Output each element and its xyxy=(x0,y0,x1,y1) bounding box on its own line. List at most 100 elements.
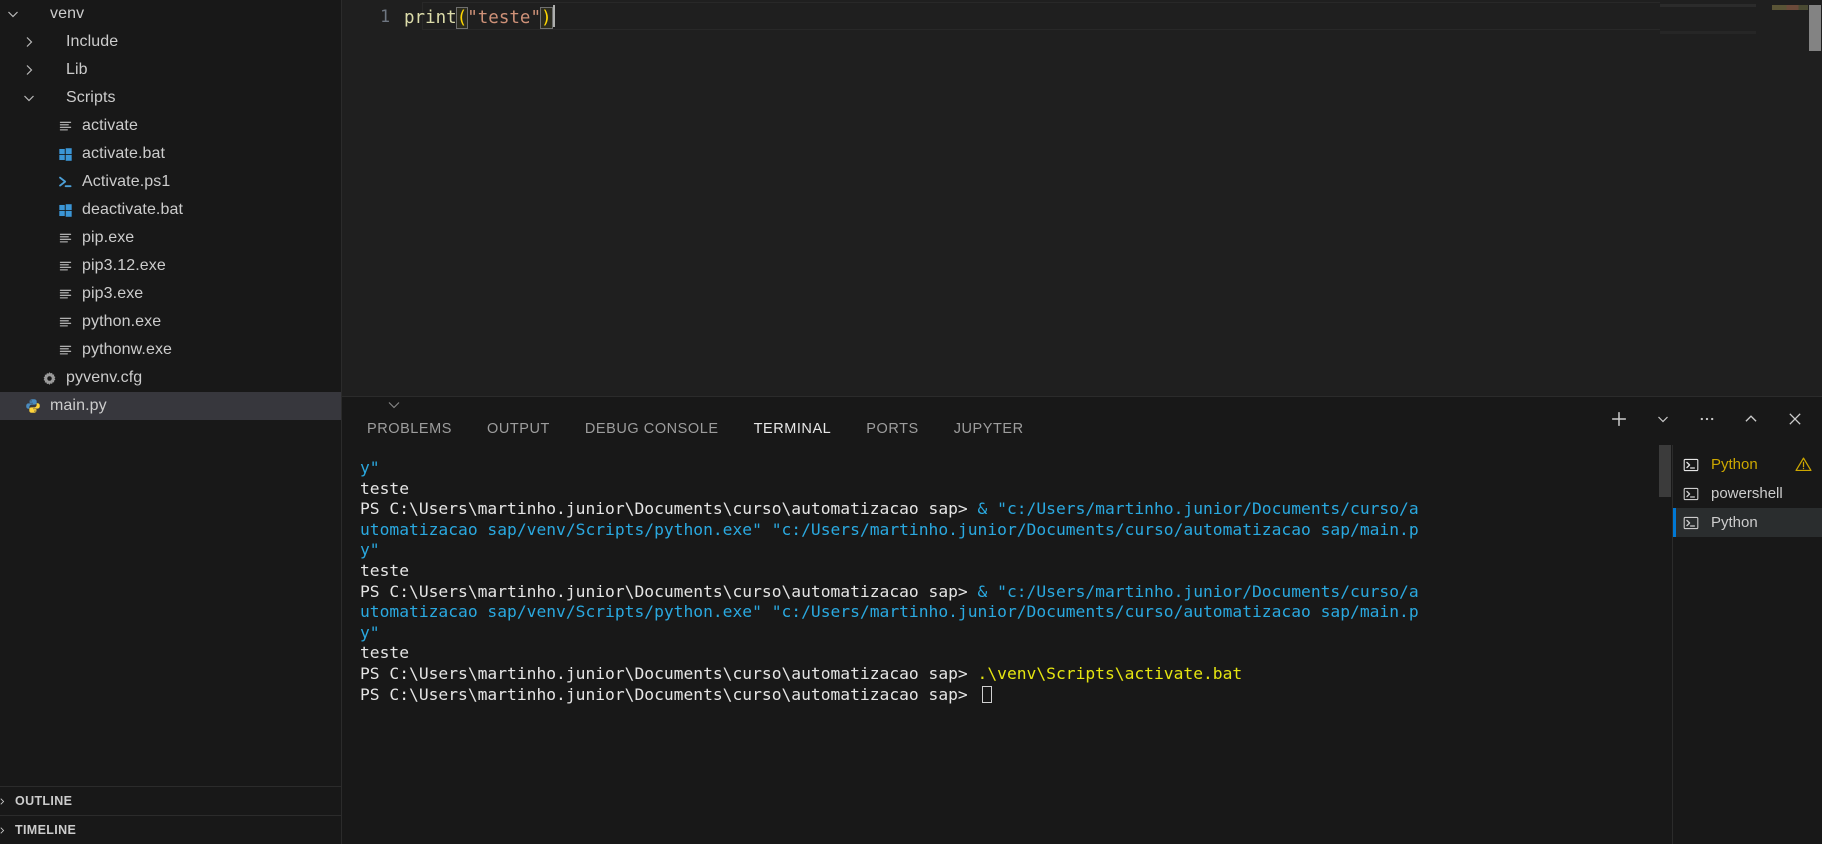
terminal-profile-button[interactable] xyxy=(1652,411,1674,433)
terminal-line: teste xyxy=(360,643,1672,664)
chevron-up-icon xyxy=(1742,410,1760,433)
file-tree-item-label: activate xyxy=(82,117,138,134)
terminal-line: y" xyxy=(360,540,1672,561)
warning-icon[interactable] xyxy=(1795,456,1812,473)
panel-tab-ports[interactable]: PORTS xyxy=(866,412,918,446)
chevron-right-icon[interactable] xyxy=(20,34,38,50)
windows-icon xyxy=(54,203,76,218)
terminal-line: y" xyxy=(360,623,1672,644)
terminal-tab-label: Python xyxy=(1711,456,1758,473)
file-tree-item-label: Activate.ps1 xyxy=(82,173,171,190)
file-tree-item-main-py[interactable]: main.py xyxy=(0,392,341,420)
file-tree-item-venv[interactable]: venv xyxy=(0,0,341,28)
file-tree-item-deactivate-bat[interactable]: deactivate.bat xyxy=(0,196,341,224)
editor-minimap[interactable] xyxy=(1660,0,1810,396)
file-tree-item-label: pip.exe xyxy=(82,229,135,246)
file-tree-item-lib[interactable]: Lib xyxy=(0,56,341,84)
file-tree-item-label: pyvenv.cfg xyxy=(66,369,143,386)
terminal-scrollbar[interactable] xyxy=(1658,445,1672,844)
chevron-right-icon[interactable] xyxy=(0,795,7,808)
terminal-output-area[interactable]: y" teste PS C:\Users\martinho.junior\Docum… xyxy=(342,445,1672,844)
maximize-panel-button[interactable] xyxy=(1740,411,1762,433)
terminal-line: PS C:\Users\martinho.junior\Documents\cu… xyxy=(360,664,1672,685)
file-explorer-tree[interactable]: venv Include Lib Scripts activate activate.ba… xyxy=(0,0,341,786)
terminal-segment: PS C:\Users\martinho.junior\Documents\cu… xyxy=(360,663,978,683)
file-tree-item-label: Scripts xyxy=(66,89,116,106)
terminal-line: y" xyxy=(360,458,1672,479)
powershell-icon xyxy=(54,174,76,190)
sidebar-section-timeline[interactable]: TIMELINE xyxy=(0,815,341,844)
file-tree-item-label: deactivate.bat xyxy=(82,201,184,218)
line-number: 1 xyxy=(380,7,390,26)
text-file-icon xyxy=(54,119,76,134)
panel-action-bar[interactable] xyxy=(1608,397,1806,446)
file-tree-item-activate-bat[interactable]: activate.bat xyxy=(0,140,341,168)
panel-tab-problems[interactable]: PROBLEMS xyxy=(367,412,452,446)
text-caret xyxy=(552,5,555,27)
close-panel-button[interactable] xyxy=(1784,411,1806,433)
text-file-icon xyxy=(54,259,76,274)
ellipsis-icon xyxy=(1698,410,1716,433)
panel-tab-list[interactable]: PROBLEMS OUTPUT DEBUG CONSOLE TERMINAL PORTS… xyxy=(342,397,1059,446)
file-tree-item-pyvenv-cfg[interactable]: pyvenv.cfg xyxy=(0,364,341,392)
terminal-scrollbar-thumb[interactable] xyxy=(1659,445,1671,497)
terminal-segment: & "c:/Users/martinho.junior/Documents/cu… xyxy=(977,499,1419,519)
panel-tab-jupyter[interactable]: JUPYTER xyxy=(954,412,1024,446)
editor-scrollbar-thumb[interactable] xyxy=(1809,5,1821,51)
terminal-segment: teste xyxy=(360,478,410,498)
editor-scrollbar[interactable] xyxy=(1808,0,1822,396)
panel-body: y" teste PS C:\Users\martinho.junior\Docum… xyxy=(342,445,1822,844)
file-tree-item-pip3-exe[interactable]: pip3.exe xyxy=(0,280,341,308)
terminal-segment: utomatizacao sap/venv/Scripts/python.exe… xyxy=(360,602,1419,622)
editor-line-1[interactable]: 1 print("teste") xyxy=(342,0,1822,33)
chevron-down-icon[interactable] xyxy=(20,90,38,106)
token-function-name: print xyxy=(404,8,457,28)
file-tree-item-label: Lib xyxy=(66,61,88,78)
terminal-icon xyxy=(1683,515,1705,531)
file-tree-item-activate[interactable]: activate xyxy=(0,112,341,140)
file-tree-item-python-exe[interactable]: python.exe xyxy=(0,308,341,336)
file-tree-item-label: pip3.12.exe xyxy=(82,257,166,274)
file-tree-item-scripts[interactable]: Scripts xyxy=(0,84,341,112)
terminal-segment: teste xyxy=(360,643,410,663)
terminal-line: PS C:\Users\martinho.junior\Documents\cu… xyxy=(360,582,1672,603)
bottom-panel: PROBLEMS OUTPUT DEBUG CONSOLE TERMINAL PORTS… xyxy=(342,396,1822,844)
file-tree-item-pip3-12-exe[interactable]: pip3.12.exe xyxy=(0,252,341,280)
terminal-text: y" teste PS C:\Users\martinho.junior\Docum… xyxy=(342,445,1672,705)
sidebar-section-outline[interactable]: OUTLINE xyxy=(0,786,341,815)
chevron-down-icon[interactable] xyxy=(4,6,22,22)
new-terminal-button[interactable] xyxy=(1608,411,1630,433)
file-tree-item-label: activate.bat xyxy=(82,145,166,162)
terminal-segment: PS C:\Users\martinho.junior\Documents\cu… xyxy=(360,684,978,704)
text-file-icon xyxy=(54,231,76,246)
chevron-right-icon[interactable] xyxy=(20,62,38,78)
token-close-paren: ) xyxy=(540,7,553,29)
file-tree-item-pythonw-exe[interactable]: pythonw.exe xyxy=(0,336,341,364)
chevron-right-icon[interactable] xyxy=(0,824,7,837)
text-file-icon xyxy=(54,343,76,358)
file-tree-item-label: main.py xyxy=(50,397,107,414)
minimap-code-line xyxy=(1772,5,1810,10)
file-tree-item-pip-exe[interactable]: pip.exe xyxy=(0,224,341,252)
file-tree-item-activate-ps1[interactable]: Activate.ps1 xyxy=(0,168,341,196)
code-editor[interactable]: 1 print("teste") xyxy=(342,0,1822,396)
terminal-tab-label: Python xyxy=(1711,514,1758,531)
panel-tab-output[interactable]: OUTPUT xyxy=(487,412,550,446)
terminal-tab-python-0[interactable]: Python xyxy=(1673,450,1822,479)
terminal-tab-list[interactable]: Python powershell Python xyxy=(1672,445,1822,844)
code-content[interactable]: print("teste") xyxy=(404,5,555,29)
panel-tab-debug-console[interactable]: DEBUG CONSOLE xyxy=(585,412,719,446)
file-tree-item-include[interactable]: Include xyxy=(0,28,341,56)
text-file-icon xyxy=(54,315,76,330)
terminal-segment: y" xyxy=(360,540,380,560)
python-icon xyxy=(22,398,44,414)
minimap-line xyxy=(1660,31,1756,34)
panel-more-actions-button[interactable] xyxy=(1696,411,1718,433)
terminal-segment: utomatizacao sap/venv/Scripts/python.exe… xyxy=(360,519,1419,539)
terminal-line: teste xyxy=(360,479,1672,500)
terminal-segment: y" xyxy=(360,622,380,642)
windows-icon xyxy=(54,147,76,162)
terminal-tab-python-2[interactable]: Python xyxy=(1673,508,1822,537)
panel-tab-terminal[interactable]: TERMINAL xyxy=(753,412,832,446)
terminal-tab-powershell-1[interactable]: powershell xyxy=(1673,479,1822,508)
